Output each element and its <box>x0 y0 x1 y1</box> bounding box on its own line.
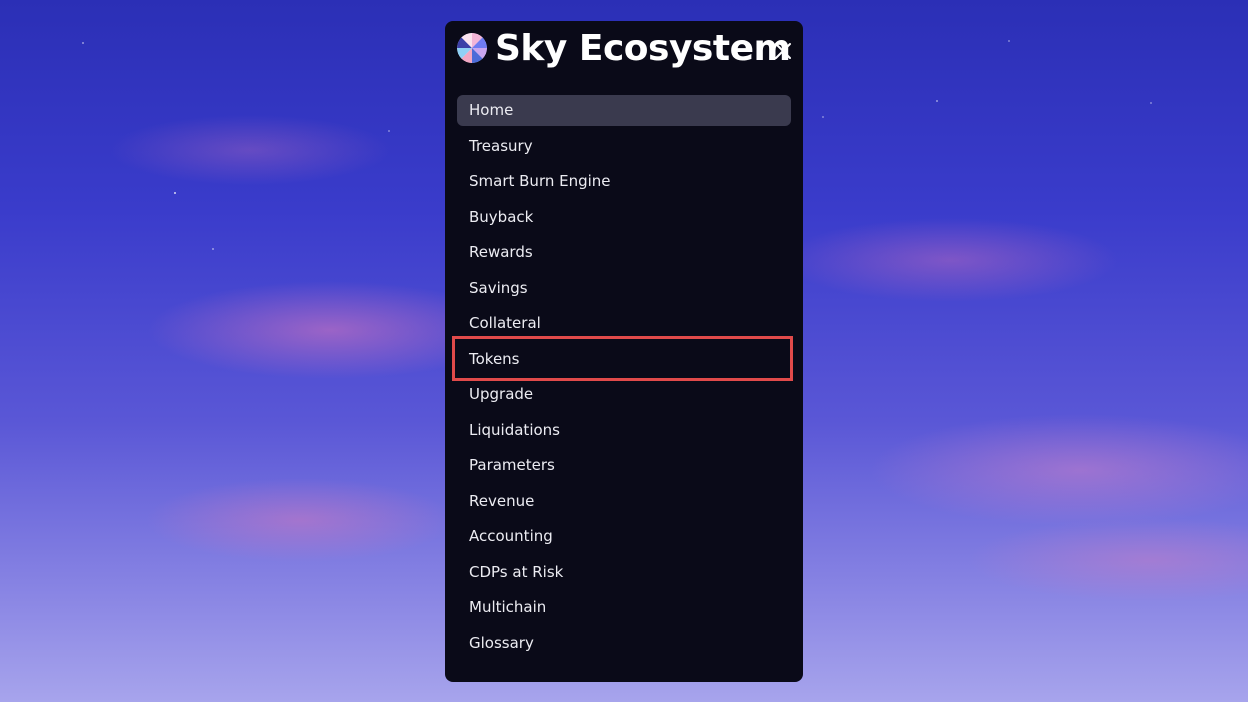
menu-item-tokens[interactable]: Tokens <box>457 344 791 375</box>
star <box>1150 102 1152 104</box>
navigation-menu-panel: Sky Ecosystem Home Treasury Smart Burn E… <box>445 21 803 682</box>
menu-item-cdps-at-risk[interactable]: CDPs at Risk <box>457 557 791 588</box>
star <box>174 192 176 194</box>
menu-item-multichain[interactable]: Multichain <box>457 592 791 623</box>
menu-item-parameters[interactable]: Parameters <box>457 450 791 481</box>
menu-item-buyback[interactable]: Buyback <box>457 202 791 233</box>
menu-header: Sky Ecosystem <box>445 21 803 81</box>
sky-logo-icon <box>457 33 487 63</box>
menu-list: Home Treasury Smart Burn Engine Buyback … <box>457 95 791 663</box>
menu-item-smart-burn-engine[interactable]: Smart Burn Engine <box>457 166 791 197</box>
star <box>388 130 390 132</box>
menu-item-accounting[interactable]: Accounting <box>457 521 791 552</box>
menu-item-liquidations[interactable]: Liquidations <box>457 415 791 446</box>
star <box>1008 40 1010 42</box>
star <box>82 42 84 44</box>
close-icon[interactable] <box>772 40 794 62</box>
menu-item-savings[interactable]: Savings <box>457 273 791 304</box>
menu-item-home[interactable]: Home <box>457 95 791 126</box>
menu-item-collateral[interactable]: Collateral <box>457 308 791 339</box>
app-title: Sky Ecosystem <box>495 28 791 69</box>
menu-item-glossary[interactable]: Glossary <box>457 628 791 659</box>
menu-item-upgrade[interactable]: Upgrade <box>457 379 791 410</box>
menu-item-rewards[interactable]: Rewards <box>457 237 791 268</box>
menu-item-revenue[interactable]: Revenue <box>457 486 791 517</box>
star <box>822 116 824 118</box>
star <box>212 248 214 250</box>
menu-item-treasury[interactable]: Treasury <box>457 131 791 162</box>
star <box>936 100 938 102</box>
